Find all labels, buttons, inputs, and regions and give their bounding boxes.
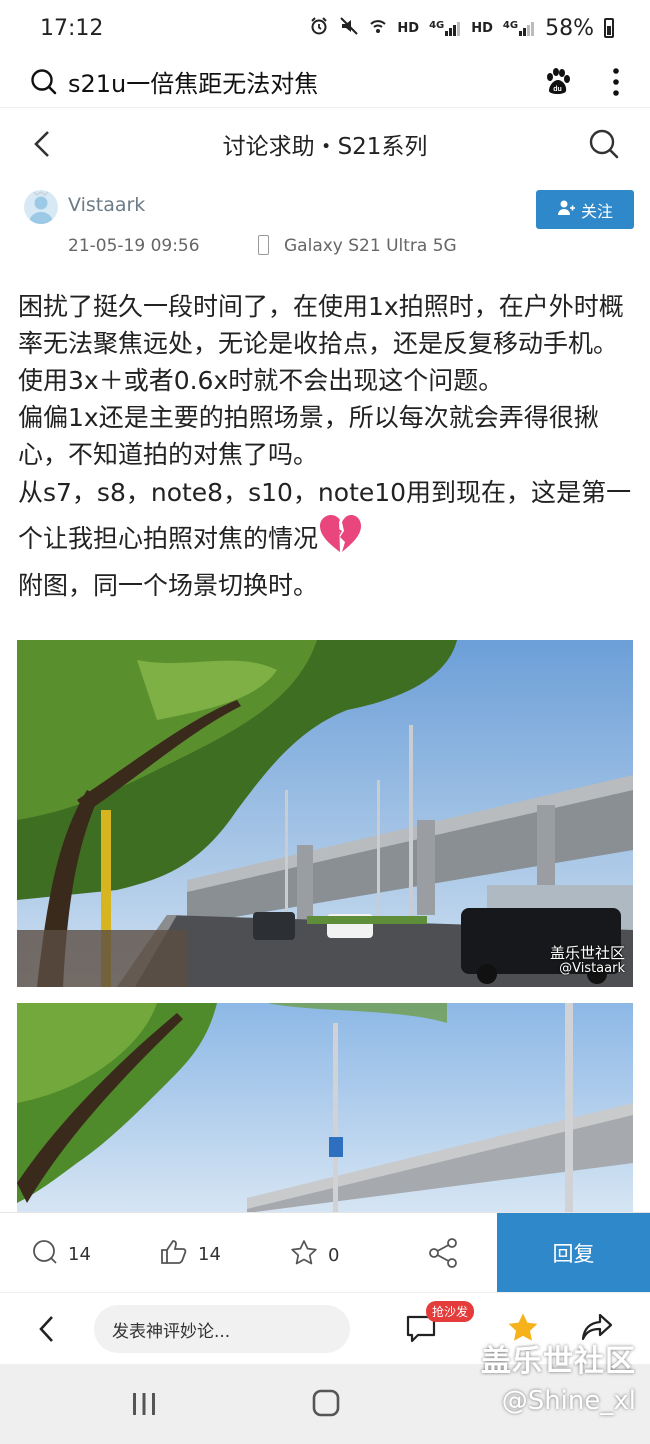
status-time: 17:12: [40, 15, 104, 41]
device-name: Galaxy S21 Ultra 5G: [284, 236, 457, 256]
post-paragraph-1: 困扰了挺久一段时间了，在使用1x拍照时，在户外时概率无法聚焦远处，无论是收拾点，…: [18, 292, 624, 395]
photo-watermark-user: @Vistaark: [559, 961, 625, 976]
status-bar: 17:12 HD 4G HD 4G 58%: [0, 0, 650, 56]
user-watermark: @Shine_xl: [501, 1386, 636, 1416]
favorite-action[interactable]: 0: [290, 1239, 339, 1272]
page-title: 讨论求助・S21系列: [222, 134, 428, 160]
comments-action[interactable]: 14: [32, 1239, 91, 1270]
signal-icon-2: 4G: [503, 20, 535, 36]
photo-watermark-site: 盖乐世社区: [549, 944, 625, 962]
wifi-calling-icon: [369, 16, 387, 40]
mute-icon: [339, 16, 359, 40]
favorite-count: 0: [328, 1245, 340, 1266]
status-icons: HD 4G HD 4G 58%: [309, 16, 614, 41]
search-bar[interactable]: s21u一倍焦距无法对焦 du: [0, 56, 650, 108]
post-body: 困扰了挺久一段时间了，在使用1x拍照时，在户外时概率无法聚焦远处，无论是收拾点，…: [18, 288, 634, 604]
back-icon[interactable]: [30, 129, 54, 159]
comment-count: 14: [68, 1244, 91, 1265]
star-outline-icon: [290, 1239, 318, 1272]
battery-icon: [604, 18, 614, 38]
signal-icon-1: 4G: [429, 20, 461, 36]
photo-watermark: 盖乐世社区 @Vistaark: [550, 945, 625, 977]
search-icon[interactable]: [588, 128, 620, 160]
phone-icon: [258, 235, 269, 255]
post-photo-1[interactable]: 盖乐世社区 @Vistaark: [17, 640, 633, 987]
battery-percent: 58%: [545, 15, 594, 41]
author-name[interactable]: Vistaark: [68, 194, 145, 216]
follow-button[interactable]: 关注: [536, 190, 634, 229]
post-action-bar: 14 14 0 回复: [0, 1212, 650, 1293]
network-label: 4G: [429, 20, 445, 31]
share-icon: [428, 1237, 460, 1274]
street-photo-2: [17, 1003, 633, 1213]
broken-heart-icon: [318, 513, 362, 565]
home-icon[interactable]: [311, 1388, 341, 1422]
site-watermark: 盖乐世社区: [481, 1344, 636, 1379]
network-label-2: 4G: [502, 20, 519, 31]
post-photo-2[interactable]: [17, 1003, 633, 1213]
share-action[interactable]: [428, 1237, 460, 1274]
add-user-icon: [557, 199, 575, 221]
more-vert-icon[interactable]: [612, 67, 620, 97]
post-paragraph-3: 从s7，s8，note8，s10，note10用到现在，这是第一个让我担心拍照对…: [18, 473, 634, 565]
alarm-icon: [309, 16, 329, 40]
street-photo-1: [17, 640, 633, 987]
hd-label-2: HD: [471, 20, 493, 36]
sofa-badge: 抢沙发: [426, 1301, 475, 1322]
post-date: 21-05-19 09:56: [68, 236, 200, 256]
comment-input[interactable]: 发表神评妙论...: [94, 1305, 350, 1353]
like-count: 14: [198, 1244, 221, 1265]
post-author-row: Vistaark 21-05-19 09:56 Galaxy S21 Ultra…: [20, 184, 634, 260]
nav-bar: 讨论求助・S21系列: [0, 108, 650, 180]
thumbs-up-icon: [160, 1239, 188, 1270]
follow-label: 关注: [580, 201, 613, 221]
hd-label: HD: [397, 20, 420, 36]
search-query[interactable]: s21u一倍焦距无法对焦: [68, 64, 542, 99]
svg-text:du: du: [553, 86, 562, 93]
avatar[interactable]: [24, 190, 58, 224]
back-icon[interactable]: [36, 1313, 58, 1345]
post-paragraph-2: 偏偏1x还是主要的拍照场景，所以每次就会弄得很揪心，不知道拍的对焦了吗。: [18, 403, 599, 469]
baidu-paw-icon[interactable]: du: [542, 67, 572, 97]
recent-apps-icon[interactable]: [130, 1390, 158, 1422]
reply-button[interactable]: 回复: [497, 1213, 650, 1293]
search-icon: [30, 68, 58, 96]
post-paragraph-4: 附图，同一个场景切换时。: [18, 571, 319, 600]
comment-bubble-icon: [32, 1239, 58, 1270]
like-action[interactable]: 14: [160, 1239, 221, 1270]
